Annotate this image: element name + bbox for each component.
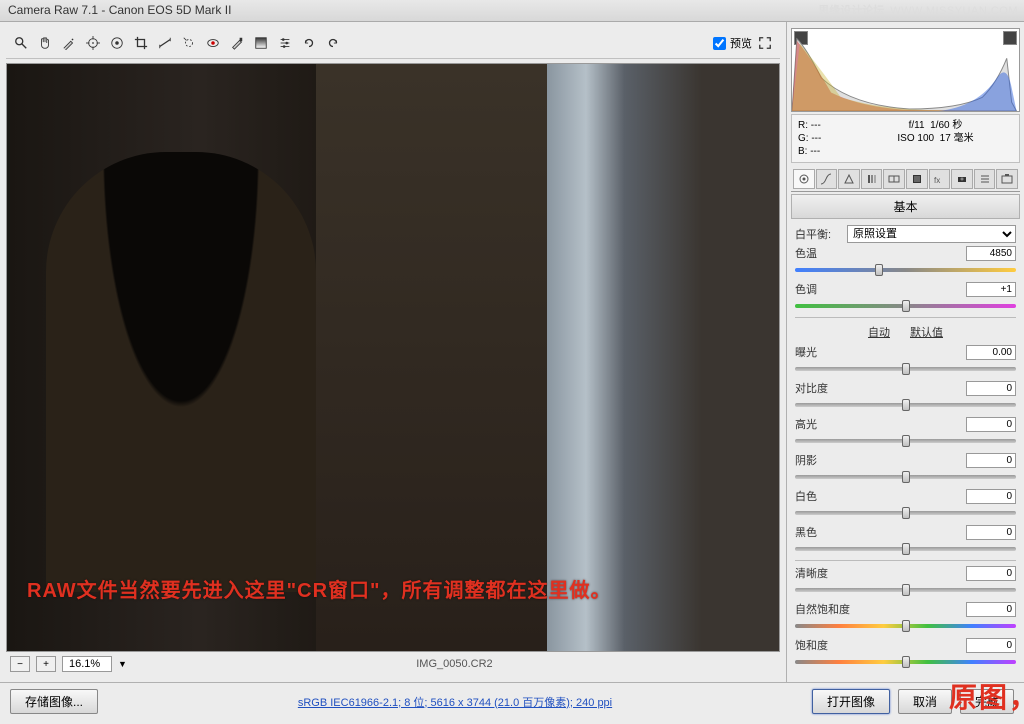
zoom-out-button[interactable]: − xyxy=(10,656,30,672)
hand-tool-icon[interactable] xyxy=(34,32,56,54)
color-sampler-icon[interactable] xyxy=(82,32,104,54)
auto-link[interactable]: 自动 xyxy=(868,324,890,340)
auto-row: 自动 默认值 xyxy=(795,322,1016,342)
vibrance-input[interactable] xyxy=(966,602,1016,617)
graduated-filter-icon[interactable] xyxy=(250,32,272,54)
exposure-slider[interactable] xyxy=(795,362,1016,374)
open-image-button[interactable]: 打开图像 xyxy=(812,689,890,714)
contrast-input[interactable] xyxy=(966,381,1016,396)
adjustment-brush-icon[interactable] xyxy=(226,32,248,54)
preview-checkbox[interactable]: 预览 xyxy=(713,35,752,51)
tab-curve[interactable] xyxy=(816,169,838,189)
whites-slider[interactable] xyxy=(795,506,1016,518)
blacks-input[interactable] xyxy=(966,525,1016,540)
image-preview[interactable]: RAW文件当然要先进入这里"CR窗口"，所有调整都在这里做。 xyxy=(6,63,780,652)
fullscreen-icon[interactable] xyxy=(754,32,776,54)
tab-calibration[interactable] xyxy=(951,169,973,189)
shadows-input[interactable] xyxy=(966,453,1016,468)
tab-fx[interactable]: fx xyxy=(929,169,951,189)
tab-presets[interactable] xyxy=(974,169,996,189)
blacks-slider[interactable] xyxy=(795,542,1016,554)
crop-tool-icon[interactable] xyxy=(130,32,152,54)
rotate-ccw-icon[interactable] xyxy=(298,32,320,54)
window-title: Camera Raw 7.1 - Canon EOS 5D Mark II xyxy=(8,3,231,17)
tab-lens[interactable] xyxy=(906,169,928,189)
highlights-slider[interactable] xyxy=(795,434,1016,446)
zoom-bar: − + 16.1% ▼ IMG_0050.CR2 xyxy=(6,652,780,676)
shadows-slider[interactable] xyxy=(795,470,1016,482)
prefs-icon[interactable] xyxy=(274,32,296,54)
save-image-button[interactable]: 存储图像... xyxy=(10,689,98,714)
exposure-input[interactable] xyxy=(966,345,1016,360)
tab-detail[interactable] xyxy=(838,169,860,189)
main-area: 预览 RAW文件当然要先进入这里"CR窗口"，所有调整都在这里做。 原图，未作修… xyxy=(0,22,1024,682)
tab-basic[interactable] xyxy=(793,169,815,189)
clarity-input[interactable] xyxy=(966,566,1016,581)
annotation-text-2: 原图，未作修改 xyxy=(949,676,1024,716)
workflow-link[interactable]: sRGB IEC61966-2.1; 8 位; 5616 x 3744 (21.… xyxy=(106,694,804,710)
temp-input[interactable] xyxy=(966,246,1016,261)
bottom-bar: 存储图像... sRGB IEC61966-2.1; 8 位; 5616 x 3… xyxy=(0,682,1024,720)
rotate-cw-icon[interactable] xyxy=(322,32,344,54)
saturation-input[interactable] xyxy=(966,638,1016,653)
tint-input[interactable] xyxy=(966,282,1016,297)
right-panel: R: --- G: --- B: --- f/11 1/60 秒 ISO 100… xyxy=(786,22,1024,682)
temp-slider[interactable] xyxy=(795,263,1016,275)
left-panel: 预览 RAW文件当然要先进入这里"CR窗口"，所有调整都在这里做。 原图，未作修… xyxy=(0,22,786,682)
vibrance-slider[interactable] xyxy=(795,619,1016,631)
straighten-tool-icon[interactable] xyxy=(154,32,176,54)
panel-title: 基本 xyxy=(791,194,1020,219)
targeted-adjust-icon[interactable] xyxy=(106,32,128,54)
panel-tabs: fx xyxy=(791,167,1020,192)
histogram[interactable] xyxy=(791,28,1020,112)
svg-text:fx: fx xyxy=(934,176,940,185)
annotation-text-1: RAW文件当然要先进入这里"CR窗口"，所有调整都在这里做。 xyxy=(27,574,612,603)
tab-hsl[interactable] xyxy=(861,169,883,189)
zoom-in-button[interactable]: + xyxy=(36,656,56,672)
tab-split[interactable] xyxy=(883,169,905,189)
metadata-row: R: --- G: --- B: --- f/11 1/60 秒 ISO 100… xyxy=(791,114,1020,163)
zoom-tool-icon[interactable] xyxy=(10,32,32,54)
saturation-slider[interactable] xyxy=(795,655,1016,667)
filename-label: IMG_0050.CR2 xyxy=(133,658,776,670)
default-link[interactable]: 默认值 xyxy=(910,324,943,340)
tab-snapshots[interactable] xyxy=(996,169,1018,189)
cancel-button[interactable]: 取消 xyxy=(898,689,952,714)
watermark: 思缘设计论坛WWW.MISSYUAN.COM xyxy=(818,2,1018,18)
toolbar: 预览 xyxy=(6,28,780,59)
zoom-value[interactable]: 16.1% xyxy=(62,656,112,672)
wb-tool-icon[interactable] xyxy=(58,32,80,54)
basic-controls: 白平衡: 原照设置 色温 色调 自动 默认值 曝光 对比度 高光 阴影 白色 黑… xyxy=(791,221,1020,675)
redeye-tool-icon[interactable] xyxy=(202,32,224,54)
spot-removal-icon[interactable] xyxy=(178,32,200,54)
whites-input[interactable] xyxy=(966,489,1016,504)
wb-select[interactable]: 原照设置 xyxy=(847,225,1016,243)
wb-row: 白平衡: 原照设置 xyxy=(795,225,1016,243)
tint-slider[interactable] xyxy=(795,299,1016,311)
contrast-slider[interactable] xyxy=(795,398,1016,410)
highlights-input[interactable] xyxy=(966,417,1016,432)
clarity-slider[interactable] xyxy=(795,583,1016,595)
